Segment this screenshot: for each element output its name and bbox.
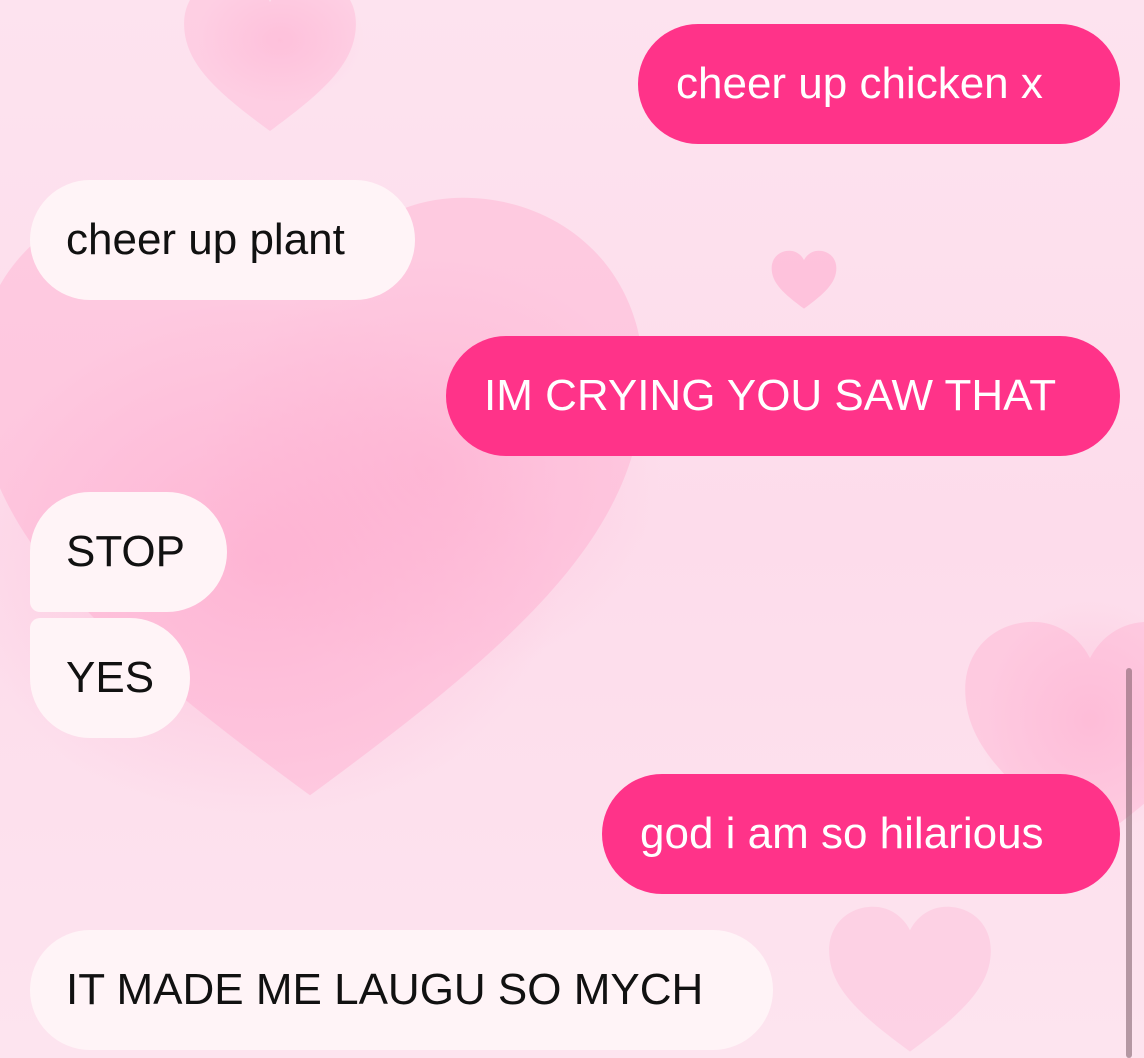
message-bubble-sent[interactable]: cheer up chicken x <box>638 24 1120 144</box>
message-bubble-received[interactable]: STOP <box>30 492 227 612</box>
scrollbar[interactable] <box>1126 668 1132 1058</box>
message-bubble-received[interactable]: IT MADE ME LAUGU SO MYCH <box>30 930 773 1050</box>
top-heart-decoration <box>150 0 390 140</box>
message-bubble-received[interactable]: cheer up plant <box>30 180 415 300</box>
message-bubble-sent[interactable]: IM CRYING YOU SAW THAT <box>446 336 1120 456</box>
message-bubble-received[interactable]: YES <box>30 618 190 738</box>
bottom-heart-decoration <box>820 900 1000 1058</box>
small-heart-decoration <box>768 248 840 312</box>
message-bubble-sent[interactable]: god i am so hilarious <box>602 774 1120 894</box>
